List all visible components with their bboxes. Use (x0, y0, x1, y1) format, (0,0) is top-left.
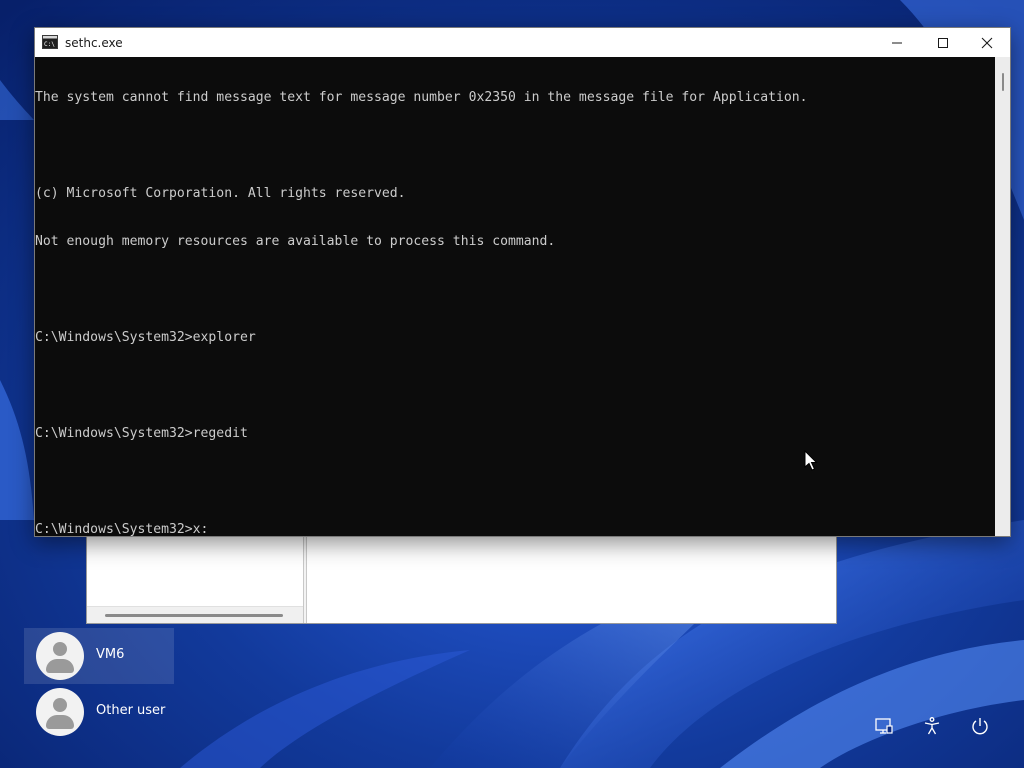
user-tile-other-user[interactable]: Other user (24, 684, 174, 740)
window-title: sethc.exe (65, 36, 123, 50)
user-tile-vm6[interactable]: VM6 (24, 628, 174, 684)
mouse-cursor-icon (804, 450, 818, 471)
title-bar[interactable]: C:\ sethc.exe (35, 28, 1010, 57)
console-text: The system cannot find message text for … (35, 57, 995, 536)
user-avatar-icon (36, 688, 84, 736)
tree-pane[interactable] (87, 529, 303, 623)
horizontal-scrollbar[interactable] (87, 606, 303, 623)
minimize-icon (892, 42, 902, 43)
console-line: C:\Windows\System32>regedit (35, 426, 248, 441)
scrollbar-thumb[interactable] (105, 614, 283, 617)
svg-text:C:\: C:\ (44, 41, 55, 48)
power-icon (972, 718, 988, 735)
console-icon: C:\ (42, 35, 58, 49)
close-icon (981, 37, 993, 48)
console-line: C:\Windows\System32>explorer (35, 330, 256, 345)
console-output[interactable]: The system cannot find message text for … (35, 57, 995, 536)
minimize-button[interactable] (874, 28, 920, 57)
maximize-icon (938, 37, 948, 48)
background-window[interactable] (86, 528, 837, 624)
network-button[interactable] (870, 712, 898, 740)
network-icon (875, 718, 893, 734)
console-line: The system cannot find message text for … (35, 90, 808, 105)
power-button[interactable] (966, 712, 994, 740)
console-window[interactable]: C:\ sethc.exe The system cannot find mes… (34, 27, 1011, 537)
console-line: (c) Microsoft Corporation. All rights re… (35, 186, 406, 201)
accessibility-button[interactable] (918, 712, 946, 740)
accessibility-icon (924, 717, 940, 735)
console-prompt-line: C:\Windows\System32>x: (35, 522, 209, 536)
close-button[interactable] (964, 28, 1010, 57)
console-line: Not enough memory resources are availabl… (35, 234, 556, 249)
user-name: Other user (96, 703, 166, 718)
user-avatar-icon (36, 632, 84, 680)
user-name: VM6 (96, 647, 125, 662)
values-pane[interactable] (307, 529, 836, 623)
vertical-scrollbar[interactable] (995, 57, 1010, 536)
maximize-button[interactable] (920, 28, 966, 57)
scrollbar-thumb[interactable] (1002, 73, 1004, 91)
